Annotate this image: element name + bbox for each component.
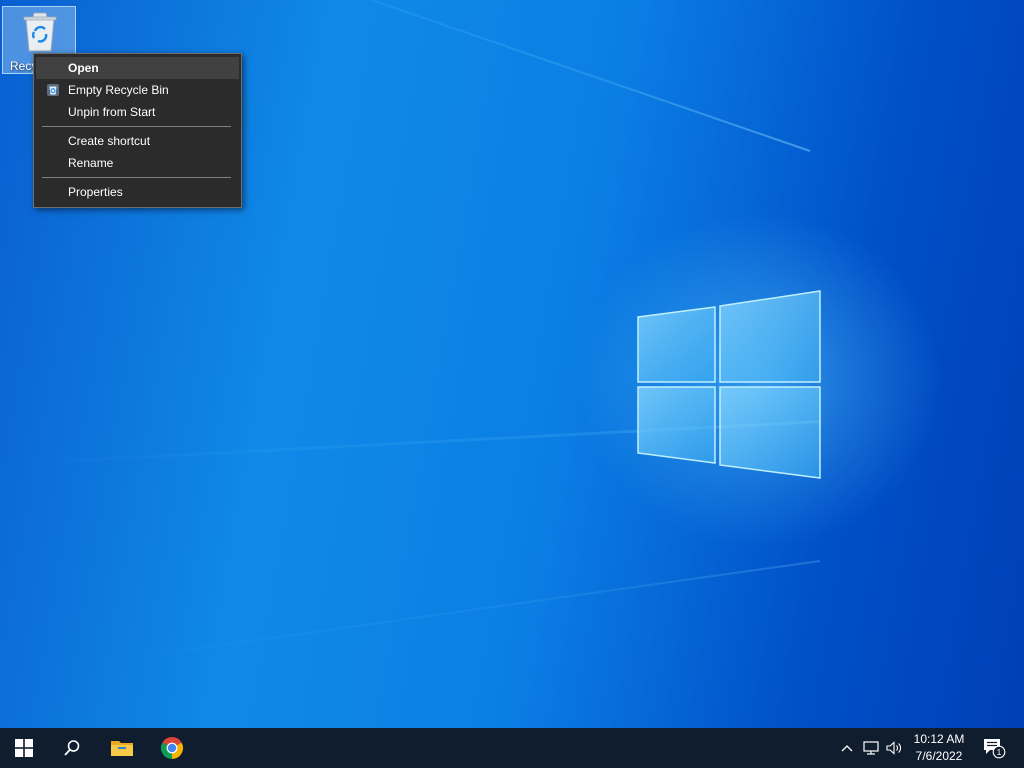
start-button[interactable] (0, 728, 48, 768)
chrome-icon (160, 737, 184, 759)
network-icon (863, 741, 879, 755)
taskbar-clock[interactable]: 10:12 AM 7/6/2022 (908, 731, 970, 765)
clock-time: 10:12 AM (913, 732, 965, 746)
menu-item-create-shortcut[interactable]: Create shortcut (36, 130, 239, 152)
file-explorer-icon (111, 741, 133, 756)
volume-button[interactable] (884, 728, 906, 768)
taskbar-app-file-explorer[interactable] (98, 728, 146, 768)
menu-separator (42, 126, 231, 127)
desktop[interactable]: Recycle Bin Open Empty Recycle Bin Unpin… (0, 0, 1024, 728)
action-center-icon: 1 (984, 739, 1006, 759)
context-menu: Open Empty Recycle Bin Unpin from Start … (33, 53, 242, 208)
windows-logo-wallpaper (637, 290, 821, 479)
recycle-bin-icon (23, 12, 57, 52)
clock-date: 7/6/2022 (915, 749, 963, 763)
search-icon (64, 740, 80, 756)
menu-item-rename[interactable]: Rename (36, 152, 239, 174)
menu-item-unpin-from-start[interactable]: Unpin from Start (36, 101, 239, 123)
recycle-bin-icon (47, 84, 59, 96)
notification-count: 1 (997, 747, 1002, 757)
volume-icon (886, 741, 901, 755)
menu-item-label: Empty Recycle Bin (68, 83, 169, 97)
menu-separator (42, 177, 231, 178)
light-beam (67, 560, 821, 668)
taskbar: 10:12 AM 7/6/2022 1 (0, 728, 1024, 768)
windows-start-icon (15, 739, 33, 757)
menu-item-empty-recycle-bin[interactable]: Empty Recycle Bin (36, 79, 239, 101)
light-beam (185, 0, 811, 152)
chevron-up-icon (841, 745, 853, 752)
network-button[interactable] (860, 728, 882, 768)
show-hidden-icons-button[interactable] (836, 728, 858, 768)
action-center-button[interactable]: 1 (976, 728, 1012, 768)
search-button[interactable] (48, 728, 96, 768)
taskbar-app-chrome[interactable] (148, 728, 196, 768)
menu-item-open[interactable]: Open (36, 57, 239, 79)
menu-item-properties[interactable]: Properties (36, 181, 239, 203)
